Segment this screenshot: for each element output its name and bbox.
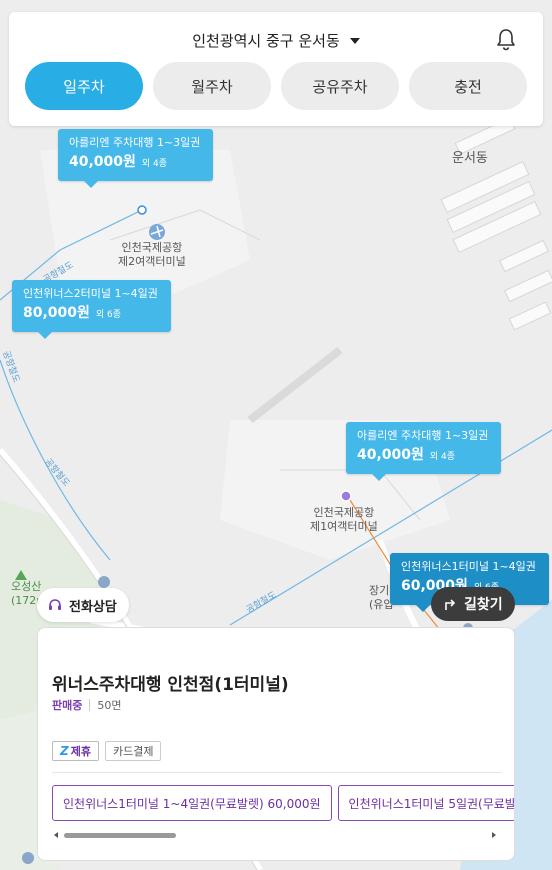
caret-down-icon xyxy=(349,38,360,44)
tab-charging[interactable]: 충전 xyxy=(409,62,527,110)
parking-meta: 판매중 50면 xyxy=(52,697,122,713)
pin-price: 80,000원 외 6종 xyxy=(23,303,161,325)
meta-divider xyxy=(89,699,91,711)
map-label-t2: 인천국제공항 제2여객터미널 xyxy=(118,241,186,269)
horizontal-scrollbar[interactable] xyxy=(52,830,502,840)
location-selector[interactable]: 인천광역시 중구 운서동 xyxy=(9,30,543,51)
phone-consult-button[interactable]: 전화상담 xyxy=(37,588,129,622)
directions-label: 길찾기 xyxy=(464,597,503,613)
pin-price-value: 80,000원 xyxy=(23,305,90,321)
parking-pin[interactable]: 아를리엔 주차대행 1~3일권 40,000원 외 4종 xyxy=(346,422,501,481)
turn-right-arrow-icon xyxy=(445,599,456,610)
map-label-t2-line2: 제2여객터미널 xyxy=(118,255,186,268)
bell-icon[interactable] xyxy=(495,28,517,52)
partner-tag-label: 제휴 xyxy=(70,745,91,758)
space-count: 50면 xyxy=(97,699,122,712)
scroll-right-arrow-icon[interactable] xyxy=(492,832,496,838)
scroll-left-arrow-icon[interactable] xyxy=(54,832,58,838)
card-divider xyxy=(52,772,502,773)
parking-pin[interactable]: 아를리엔 주차대행 1~3일권 40,000원 외 4종 xyxy=(58,129,213,188)
pin-extra: 외 6종 xyxy=(95,310,122,320)
feature-tags: Z 제휴 카드결제 xyxy=(52,741,162,761)
status-badge: 판매중 xyxy=(52,699,83,712)
pin-price-value: 40,000원 xyxy=(357,447,424,463)
pin-name: 인천위너스1터미널 1~4일권 xyxy=(401,560,536,573)
card-payment-tag: 카드결제 xyxy=(104,741,162,761)
tab-shared[interactable]: 공유주차 xyxy=(281,62,399,110)
category-tabs: 일주차 월주차 공유주차 충전 xyxy=(25,62,527,110)
tab-daily[interactable]: 일주차 xyxy=(25,62,143,110)
parking-pin[interactable]: 인천위너스2터미널 1~4일권 80,000원 외 6종 xyxy=(12,280,171,339)
pin-price: 40,000원 외 4종 xyxy=(69,152,203,174)
directions-button[interactable]: 길찾기 xyxy=(431,587,515,621)
phone-consult-label: 전화상담 xyxy=(69,599,117,615)
ticket-option[interactable]: 인천위너스1터미널 5일권(무료발렛) 75,000원 xyxy=(337,785,514,821)
parking-title: 위너스주차대행 인천점(1터미널) xyxy=(52,675,289,695)
scrollbar-thumb[interactable] xyxy=(64,833,176,838)
pin-price-value: 40,000원 xyxy=(69,154,136,170)
ticket-option[interactable]: 인천위너스1터미널 1~4일권(무료발렛) 60,000원 xyxy=(52,785,332,821)
map-label-t2-line1: 인천국제공항 xyxy=(121,241,183,254)
tab-monthly[interactable]: 월주차 xyxy=(153,62,271,110)
map-label-t1: 인천국제공항 제1여객터미널 xyxy=(310,506,378,534)
ticket-list[interactable]: 인천위너스1터미널 1~4일권(무료발렛) 60,000원 인천위너스1터미널 … xyxy=(52,785,514,821)
z-logo-icon: Z xyxy=(60,744,69,758)
headset-icon xyxy=(49,599,61,610)
pin-name: 아를리엔 주차대행 1~3일권 xyxy=(69,136,201,149)
pin-price: 40,000원 외 4종 xyxy=(357,445,491,467)
location-text: 인천광역시 중구 운서동 xyxy=(192,32,340,50)
map-label-unseo: 운서동 xyxy=(452,151,488,166)
pin-name: 아를리엔 주차대행 1~3일권 xyxy=(357,429,489,442)
partner-tag: Z 제휴 xyxy=(52,741,99,761)
parking-detail-card[interactable]: 위너스주차대행 인천점(1터미널) 판매중 50면 Z 제휴 카드결제 인천위너… xyxy=(37,627,515,861)
pin-extra: 외 4종 xyxy=(429,452,456,462)
pin-extra: 외 4종 xyxy=(141,159,168,169)
map-label-t1-line1: 인천국제공항 xyxy=(313,506,375,519)
top-panel: 인천광역시 중구 운서동 일주차 월주차 공유주차 충전 xyxy=(9,12,543,126)
map-label-t1-line2: 제1여객터미널 xyxy=(310,520,378,533)
pin-name: 인천위너스2터미널 1~4일권 xyxy=(23,287,158,300)
